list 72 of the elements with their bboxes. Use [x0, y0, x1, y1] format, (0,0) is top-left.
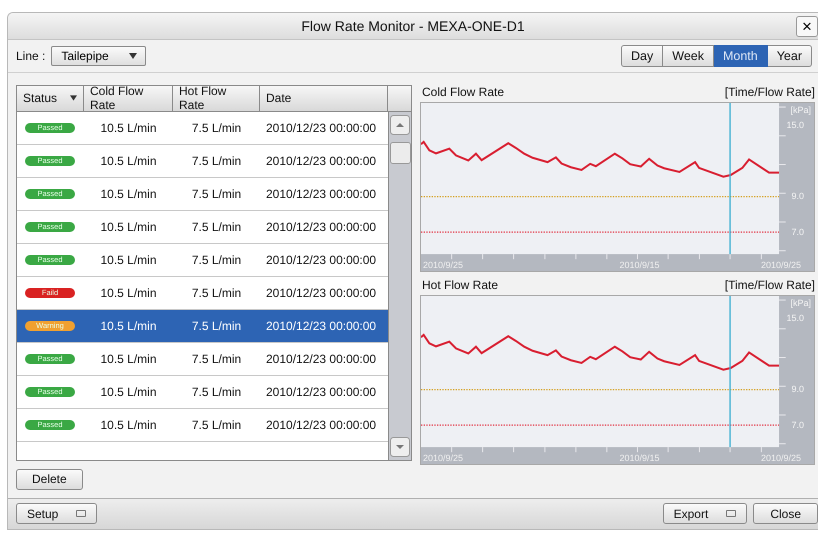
scroll-thumb[interactable] — [390, 142, 410, 164]
column-header[interactable]: Hot Flow Rate — [173, 86, 260, 111]
table-cell: 7.5 L/min — [192, 418, 242, 432]
axis-label: 15.0 — [786, 312, 804, 323]
axis-label: 15.0 — [786, 120, 804, 130]
table-cell: 7.5 L/min — [192, 154, 242, 168]
table-cell: 2010/12/23 00:00:00 — [266, 352, 376, 366]
period-tab[interactable]: Day — [621, 44, 664, 67]
table-cell: 10.5 L/min — [100, 252, 157, 267]
table-cell: 7.5 L/min — [192, 352, 242, 366]
scrollbar[interactable] — [388, 112, 411, 460]
table-cell: 10.5 L/min — [100, 318, 157, 333]
table-cell: 7.5 L/min — [192, 120, 242, 135]
axis-unit: [kPa] — [790, 104, 811, 115]
table-cell: 10.5 L/min — [100, 186, 157, 201]
axis-label: 7.0 — [791, 226, 804, 237]
chart-mode-label: [Time/Flow Rate] — [724, 278, 815, 293]
scroll-down-icon[interactable] — [390, 436, 410, 457]
table-cell: 10.5 L/min — [100, 120, 157, 135]
axis-unit: [kPa] — [790, 298, 811, 308]
axis-label: 2010/9/25 — [760, 260, 802, 270]
axis-label: 7.0 — [791, 420, 804, 430]
axis-label: 9.0 — [791, 191, 804, 202]
close-button[interactable]: × — [796, 16, 818, 37]
table-cell: 7.5 L/min — [192, 186, 242, 201]
table-cell: 2010/12/23 00:00:00 — [266, 384, 376, 399]
table-cell: 2010/12/23 00:00:00 — [266, 186, 376, 201]
table-cell: 2010/12/23 00:00:00 — [266, 318, 376, 333]
axis-label: 9.0 — [791, 384, 804, 394]
line-label: Line : — [16, 48, 46, 63]
chart-title: Cold Flow Rate — [422, 84, 504, 100]
close-button[interactable]: Close — [753, 503, 818, 524]
caret-icon — [128, 52, 137, 59]
table-cell: 2010/12/23 00:00:00 — [266, 154, 376, 168]
column-header[interactable]: Date — [260, 86, 388, 111]
menu-icon — [76, 510, 86, 518]
table-cell: 10.5 L/min — [100, 286, 157, 300]
delete-button[interactable]: Delete — [16, 468, 83, 490]
axis-label: 2010/9/25 — [423, 260, 464, 270]
axis-label: 2010/9/15 — [620, 260, 660, 270]
table-cell: 10.5 L/min — [100, 352, 157, 366]
table-cell: 10.5 L/min — [100, 154, 157, 168]
period-tab[interactable]: Year — [768, 44, 812, 67]
table-cell: 10.5 L/min — [100, 220, 157, 234]
chart-mode-label: [Time/Flow Rate] — [724, 84, 815, 100]
table-cell: 10.5 L/min — [100, 384, 157, 399]
period-tab[interactable]: Month — [714, 44, 768, 67]
chart-title: Hot Flow Rate — [422, 278, 498, 293]
column-header[interactable]: Status — [17, 86, 84, 111]
table-cell: 2010/12/23 00:00:00 — [266, 418, 376, 432]
table-cell: 2010/12/23 00:00:00 — [266, 120, 376, 135]
table-cell: 2010/12/23 00:00:00 — [266, 252, 376, 267]
table-cell: 7.5 L/min — [192, 286, 242, 300]
axis-label: 2010/9/25 — [423, 452, 464, 463]
axis-label: 2010/9/15 — [620, 452, 660, 463]
menu-icon — [726, 510, 736, 518]
setup-button[interactable]: Setup — [16, 503, 98, 524]
window-title: Flow Rate Monitor - MEXA-ONE-D1 — [301, 18, 525, 34]
table-cell: 2010/12/23 00:00:00 — [266, 220, 376, 234]
table-cell: 7.5 L/min — [192, 252, 242, 267]
column-header[interactable]: Cold Flow Rate — [84, 86, 173, 111]
export-button[interactable]: Export — [662, 503, 748, 524]
table-cell: 7.5 L/min — [192, 220, 242, 234]
period-tab[interactable]: Week — [663, 44, 714, 67]
axis-label: 2010/9/25 — [760, 452, 802, 463]
scroll-up-icon[interactable] — [390, 114, 410, 135]
line-dropdown[interactable]: Tailepipe — [51, 46, 146, 66]
table-cell: 10.5 L/min — [100, 418, 157, 432]
table-cell: 7.5 L/min — [192, 318, 242, 333]
caret-icon — [70, 95, 77, 102]
table-cell: 7.5 L/min — [192, 384, 242, 399]
table-cell: 2010/12/23 00:00:00 — [266, 286, 376, 300]
